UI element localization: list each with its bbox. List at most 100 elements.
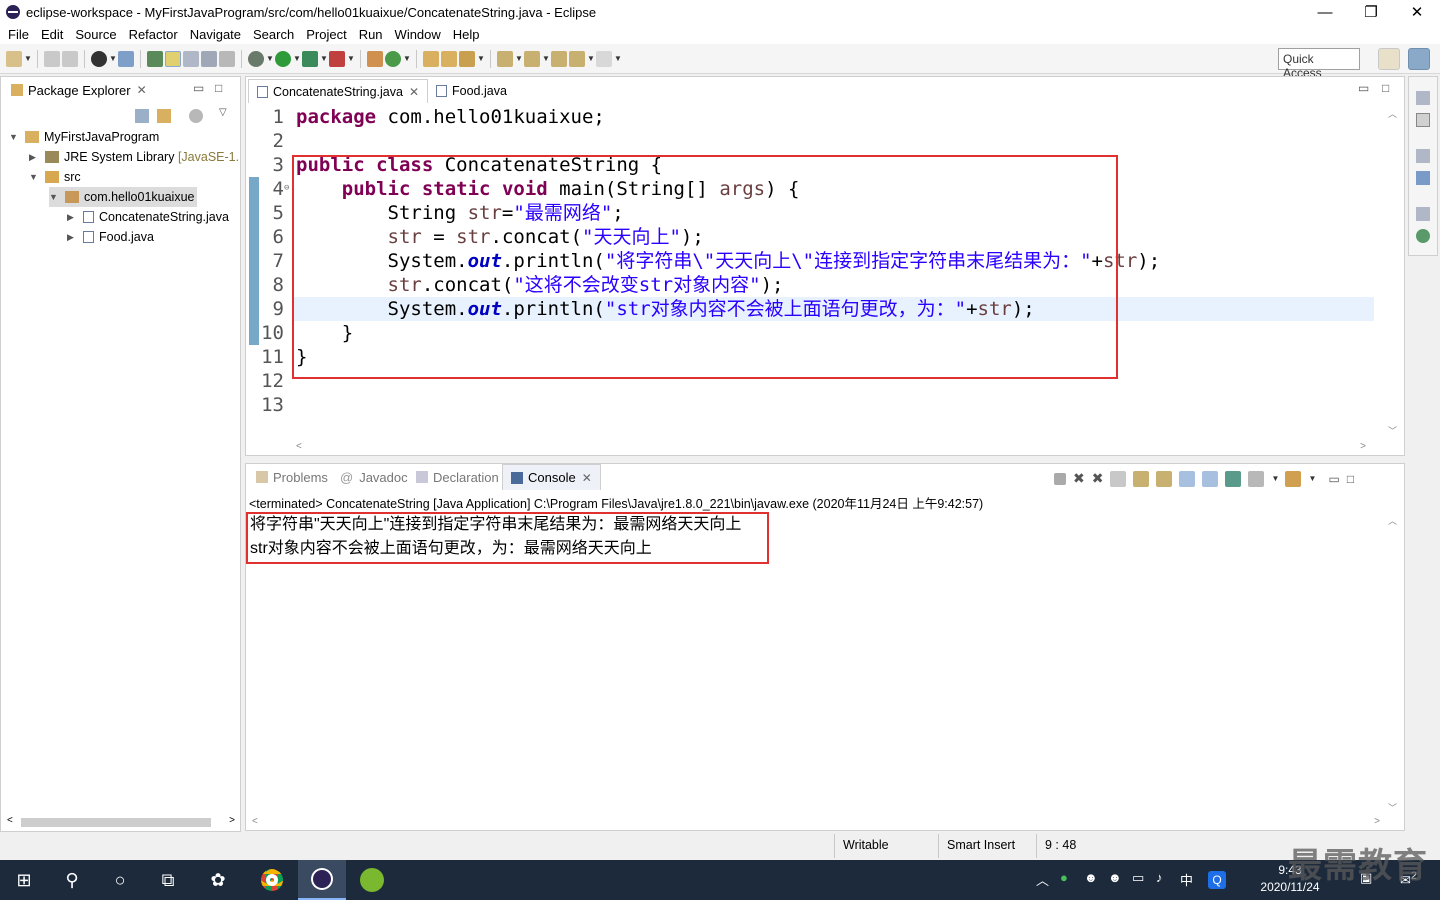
maximize-view-icon[interactable]: □ — [215, 81, 222, 95]
menu-run[interactable]: Run — [353, 27, 389, 42]
input-method-indicator[interactable]: 中 — [1180, 870, 1193, 889]
new-java-package-icon[interactable] — [367, 51, 383, 67]
block-selection-icon[interactable] — [201, 51, 217, 67]
volume-icon[interactable]: ♪ — [1156, 870, 1163, 885]
save-icon[interactable] — [44, 51, 60, 67]
scroll-left-icon[interactable]: < — [7, 815, 13, 826]
scroll-right-icon[interactable]: > — [1374, 816, 1380, 827]
scroll-left-icon[interactable]: < — [296, 441, 302, 452]
profile-dropdown-icon[interactable]: ▼ — [109, 51, 117, 67]
show-whitespace-icon[interactable] — [219, 51, 235, 67]
terminate-icon[interactable] — [1054, 472, 1066, 485]
taskbar-app-chrome[interactable] — [248, 860, 296, 900]
close-button[interactable]: ✕ — [1394, 0, 1440, 24]
skip-breakpoints-icon[interactable] — [118, 51, 134, 67]
chevron-right-icon[interactable]: ▶ — [29, 152, 39, 163]
task-view-button[interactable]: ⧉ — [144, 860, 192, 900]
open-type-icon[interactable] — [423, 51, 439, 67]
scroll-down-icon[interactable]: ﹀ — [1388, 424, 1397, 437]
code-editor[interactable]: 1 2 3 4 5 6 7 8 9 10 11 12 13 ⊖ package … — [246, 105, 1386, 445]
tree-item-package[interactable]: ▼ com.hello01kuaixue — [49, 187, 197, 207]
toggle-mark-icon[interactable] — [147, 51, 163, 67]
next-annotation-icon[interactable] — [497, 51, 513, 67]
new-java-class-icon[interactable] — [385, 51, 401, 67]
view-menu-icon[interactable]: ▽ — [219, 107, 227, 118]
tab-javadoc[interactable]: @ Javadoc — [332, 464, 416, 490]
open-perspective-icon[interactable] — [1378, 48, 1400, 70]
back-dropdown-icon[interactable]: ▼ — [587, 51, 595, 67]
menu-search[interactable]: Search — [247, 27, 300, 42]
scroll-lock-icon[interactable] — [1133, 470, 1150, 487]
maximize-view-icon[interactable]: □ — [1347, 472, 1354, 486]
menu-window[interactable]: Window — [389, 27, 447, 42]
previous-annotation-dropdown-icon[interactable]: ▼ — [542, 51, 550, 67]
editor-tab-food[interactable]: Food.java — [428, 79, 515, 103]
debug-dropdown-icon[interactable]: ▼ — [266, 51, 274, 67]
tree-item-jre[interactable]: ▶ JRE System Library [JavaSE-1. — [29, 147, 239, 167]
collapse-all-icon[interactable] — [135, 109, 149, 123]
open-console-dropdown-icon[interactable]: ▼ — [1308, 471, 1316, 487]
java-perspective-icon[interactable] — [1408, 48, 1430, 70]
tree-item-file[interactable]: ▶ ConcatenateString.java — [67, 207, 229, 227]
minimize-view-icon[interactable]: ▭ — [193, 81, 204, 95]
taskbar-app-pinwheel[interactable]: ✿ — [194, 860, 242, 900]
pin-console-icon[interactable] — [1225, 470, 1242, 487]
restore-icon[interactable] — [1416, 149, 1430, 163]
tab-package-explorer[interactable]: Package Explorer ✕ — [3, 77, 155, 103]
console-horizontal-scrollbar[interactable]: < > — [252, 816, 1380, 830]
tree-item-src[interactable]: ▼ src — [29, 167, 81, 187]
new-icon[interactable] — [6, 51, 22, 67]
show-on-stderr-icon[interactable] — [1202, 470, 1219, 487]
debug-icon[interactable] — [248, 51, 264, 67]
wechat-icon[interactable]: ● — [1060, 870, 1068, 885]
tree-item-project[interactable]: ▼ MyFirstJavaProgram — [9, 127, 159, 147]
fold-icon[interactable]: ⊖ — [284, 183, 289, 193]
previous-annotation-icon[interactable] — [524, 51, 540, 67]
minimize-editor-icon[interactable]: ▭ — [1358, 81, 1369, 95]
horizontal-scrollbar[interactable]: < > — [5, 815, 237, 829]
chevron-right-icon[interactable]: ▶ — [67, 212, 77, 223]
save-all-icon[interactable] — [62, 51, 78, 67]
console-vertical-scrollbar[interactable]: ︿ ﹀ — [1386, 514, 1400, 814]
remove-launch-icon[interactable]: ✖ — [1073, 470, 1085, 487]
scroll-down-icon[interactable]: ﹀ — [1388, 801, 1397, 814]
coverage-dropdown-icon[interactable]: ▼ — [320, 51, 328, 67]
scroll-thumb[interactable] — [21, 818, 211, 827]
scroll-left-icon[interactable]: < — [252, 816, 258, 827]
word-wrap-icon[interactable] — [1156, 470, 1173, 487]
chevron-right-icon[interactable]: ▶ — [67, 232, 77, 243]
forward-icon[interactable] — [596, 51, 612, 67]
new-class-dropdown-icon[interactable]: ▼ — [403, 51, 411, 67]
qq-icon[interactable]: ☻ — [1108, 870, 1122, 885]
cortana-button[interactable]: ○ — [96, 860, 144, 900]
close-icon[interactable]: ✕ — [409, 85, 419, 99]
menu-project[interactable]: Project — [300, 27, 352, 42]
scroll-right-icon[interactable]: > — [1360, 441, 1366, 452]
run-dropdown-icon[interactable]: ▼ — [293, 51, 301, 67]
taskbar-app-eclipse[interactable] — [298, 860, 346, 900]
display-console-dropdown-icon[interactable]: ▼ — [1271, 471, 1279, 487]
show-on-stdout-icon[interactable] — [1179, 470, 1196, 487]
link-with-editor-icon[interactable] — [157, 109, 171, 123]
open-console-icon[interactable] — [1285, 470, 1302, 487]
tab-declaration[interactable]: Declaration — [408, 464, 507, 490]
menu-source[interactable]: Source — [69, 27, 122, 42]
outline-icon[interactable] — [1416, 171, 1430, 185]
show-hidden-icons[interactable]: ︿ — [1036, 870, 1049, 889]
menu-refactor[interactable]: Refactor — [123, 27, 184, 42]
scroll-right-icon[interactable]: > — [229, 815, 235, 826]
open-task-icon[interactable] — [441, 51, 457, 67]
minimize-button[interactable]: — — [1302, 0, 1348, 24]
external-tools-dropdown-icon[interactable]: ▼ — [347, 51, 355, 67]
chevron-down-icon[interactable]: ▼ — [9, 132, 19, 142]
coverage-icon[interactable] — [302, 51, 318, 67]
tab-console[interactable]: Console ✕ — [502, 464, 601, 490]
search-dropdown-icon[interactable]: ▼ — [477, 51, 485, 67]
remove-all-launches-icon[interactable]: ✖ — [1092, 470, 1104, 487]
run-icon[interactable] — [275, 51, 291, 67]
chevron-down-icon[interactable]: ▼ — [49, 192, 59, 202]
next-annotation-dropdown-icon[interactable]: ▼ — [515, 51, 523, 67]
qq-icon[interactable]: ☻ — [1084, 870, 1098, 885]
tree-item-file[interactable]: ▶ Food.java — [67, 227, 154, 247]
display-console-icon[interactable] — [1248, 470, 1265, 487]
